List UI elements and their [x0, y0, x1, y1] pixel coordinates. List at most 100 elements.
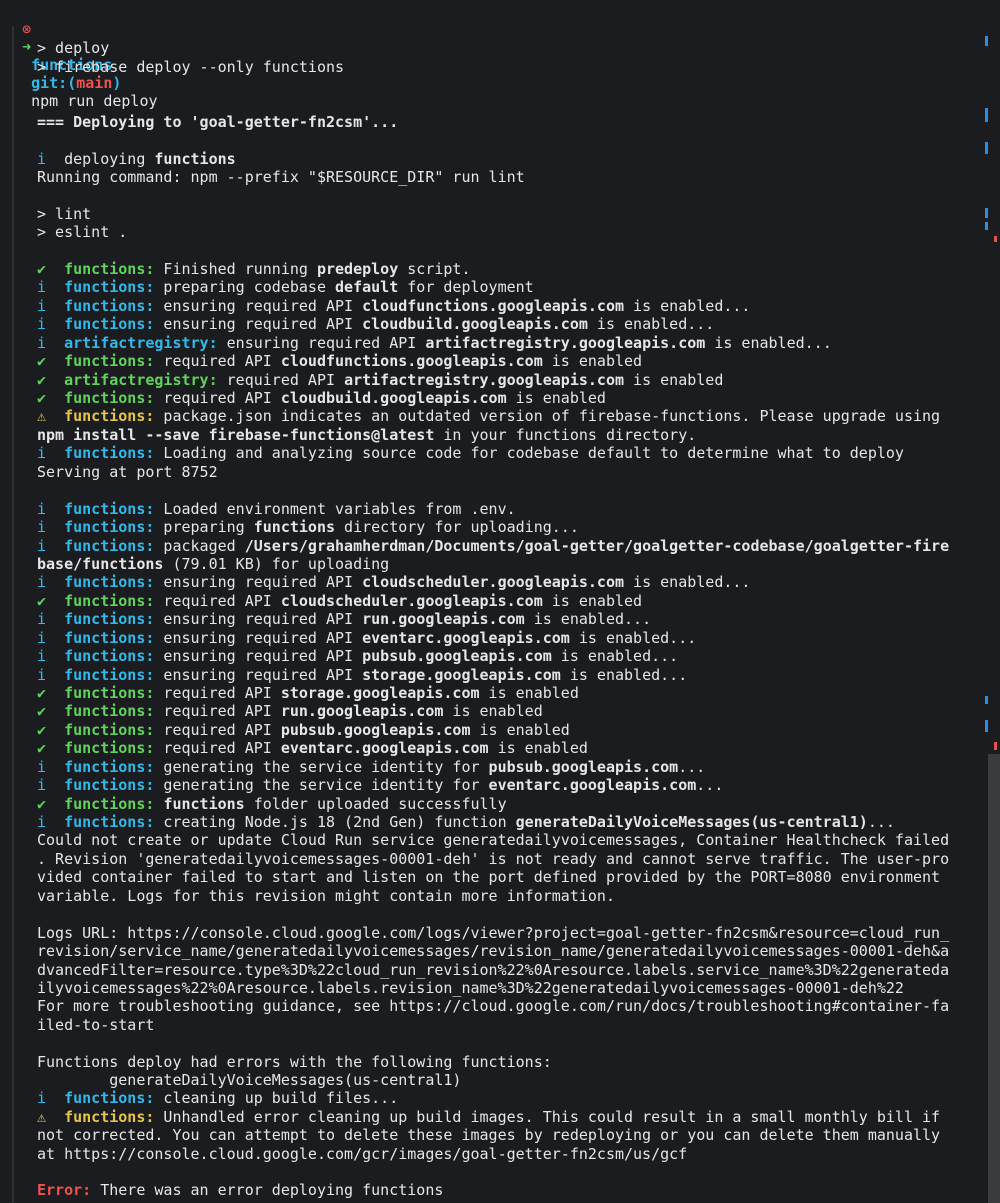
output-segment: i [37, 776, 65, 794]
output-segment: generating the service identity for [154, 758, 489, 776]
output-segment: cloudbuild.googleapis.com [362, 315, 588, 333]
output-line: > deploy [37, 39, 109, 57]
gutter-marker [985, 222, 988, 230]
output-segment: storage.googleapis.com [362, 666, 561, 684]
output-segment: i [37, 537, 65, 555]
output-segment: generateDailyVoiceMessages(us-central1) [515, 813, 868, 831]
output-segment: ensuring required API [154, 573, 363, 591]
output-segment: ✔ [37, 260, 65, 278]
output-segment: is enabled [542, 352, 643, 370]
output-segment: iled-to-start [37, 1016, 155, 1034]
output-segment: functions: [64, 407, 155, 425]
output-segment: functions: [64, 666, 155, 684]
output-segment: required API [217, 371, 345, 389]
output-segment: storage.googleapis.com [280, 684, 480, 702]
output-segment: ensuring required API [154, 297, 363, 315]
output-segment: ... [696, 776, 724, 794]
output-line: i functions: ensuring required API run.g… [37, 610, 651, 628]
output-segment: is enabled [479, 684, 579, 702]
output-segment: functions: [64, 537, 155, 555]
output-segment: Could not create or update Cloud Run ser… [37, 831, 950, 849]
output-segment: Logs URL: https://console.cloud.google.c… [37, 924, 950, 942]
output-segment: functions: [64, 721, 155, 739]
output-segment: i [37, 813, 65, 831]
output-segment: > firebase deploy --only functions [37, 58, 345, 76]
output-segment: Finished running [154, 260, 317, 278]
output-segment: functions: [64, 629, 155, 647]
output-segment: i [37, 610, 65, 628]
output-segment: is enabled [624, 371, 724, 389]
output-segment: Serving at port 8752 [37, 463, 218, 481]
output-line: iled-to-start [37, 1016, 154, 1034]
output-line: i functions: packaged /Users/grahamherdm… [37, 537, 949, 555]
output-line: not corrected. You can attempt to delete… [37, 1126, 940, 1144]
output-line: i functions: preparing codebase default … [37, 278, 534, 296]
git-label-close: ) [112, 74, 122, 92]
output-segment: Error: [37, 1181, 92, 1199]
output-segment: artifactregistry: [64, 334, 218, 352]
output-segment: run.googleapis.com [362, 610, 525, 628]
output-segment: functions: [64, 702, 155, 720]
output-segment: ✔ [37, 352, 65, 370]
output-line: === Deploying to 'goal-getter-fn2csm'... [37, 113, 398, 131]
output-segment: i [37, 573, 65, 591]
output-segment: ✔ [37, 592, 65, 610]
output-segment: ensuring required API [154, 610, 363, 628]
output-segment: functions: [64, 278, 155, 296]
output-segment: For more troubleshooting guidance, see h… [37, 997, 950, 1015]
output-segment: Running command: npm --prefix "$RESOURCE… [37, 168, 525, 186]
output-segment: i [37, 297, 65, 315]
output-line: npm install --save firebase-functions@la… [37, 426, 696, 444]
output-segment: cloudfunctions.googleapis.com [280, 352, 543, 370]
output-segment: is enabled... [624, 573, 751, 591]
output-segment: is enabled [443, 702, 543, 720]
gutter-marker [994, 236, 997, 242]
output-line: Running command: npm --prefix "$RESOURCE… [37, 168, 525, 186]
output-segment: ⚠ [37, 1108, 65, 1126]
output-line: i functions: generating the service iden… [37, 758, 705, 776]
output-segment: creating Node.js 18 (2nd Gen) function [154, 813, 516, 831]
output-segment: functions: [64, 647, 155, 665]
output-segment: (79.01 KB) for uploading [163, 555, 390, 573]
output-segment: predeploy [316, 260, 399, 278]
output-segment: i [37, 647, 65, 665]
output-segment: ✔ [37, 702, 65, 720]
output-segment: is enabled [470, 721, 570, 739]
output-segment: functions [163, 795, 245, 813]
output-segment: eventarc.googleapis.com [280, 739, 489, 757]
gutter-marker [985, 108, 988, 122]
output-segment: ✔ [37, 684, 65, 702]
output-line: ⚠ functions: package.json indicates an o… [37, 407, 940, 425]
output-line: > lint [37, 205, 91, 223]
output-line: i functions: generating the service iden… [37, 776, 723, 794]
output-segment: i [37, 334, 65, 352]
output-segment: Unhandled error cleaning up build images… [154, 1108, 941, 1126]
output-segment: script. [398, 260, 471, 278]
output-line: i functions: Loaded environment variable… [37, 500, 516, 518]
output-segment: is enabled... [524, 610, 652, 628]
output-segment: is enabled [506, 389, 606, 407]
output-segment: i [37, 1089, 65, 1107]
output-line: i functions: ensuring required API pubsu… [37, 647, 678, 665]
output-segment: packaged [154, 537, 245, 555]
output-segment: required API [154, 739, 281, 757]
scrollbar-thumb[interactable] [988, 754, 1000, 1203]
output-line: For more troubleshooting guidance, see h… [37, 997, 949, 1015]
output-segment: i [37, 444, 65, 462]
git-label: git:( [31, 74, 77, 92]
output-segment: artifactregistry.googleapis.com [344, 371, 625, 389]
output-segment: ✔ [37, 721, 65, 739]
output-segment: generateDailyVoiceMessages(us-central1) [37, 1071, 462, 1089]
output-line: ilyvoicemessages%22%0Aresource.labels.re… [37, 979, 904, 997]
output-line: Error: There was an error deploying func… [37, 1181, 443, 1199]
gutter-marker [985, 720, 988, 732]
output-line: i artifactregistry: ensuring required AP… [37, 334, 832, 352]
output-line: ✔ functions: required API cloudfunctions… [37, 352, 642, 370]
output-segment: functions: [64, 500, 155, 518]
output-line: dvancedFilter=resource.type%3D%22cloud_r… [37, 961, 949, 979]
output-segment: i [37, 278, 65, 296]
output-segment: i [37, 758, 65, 776]
output-segment: directory for uploading... [335, 518, 579, 536]
error-status-icon: ⊗ [22, 20, 32, 38]
output-segment: ilyvoicemessages%22%0Aresource.labels.re… [37, 979, 904, 997]
